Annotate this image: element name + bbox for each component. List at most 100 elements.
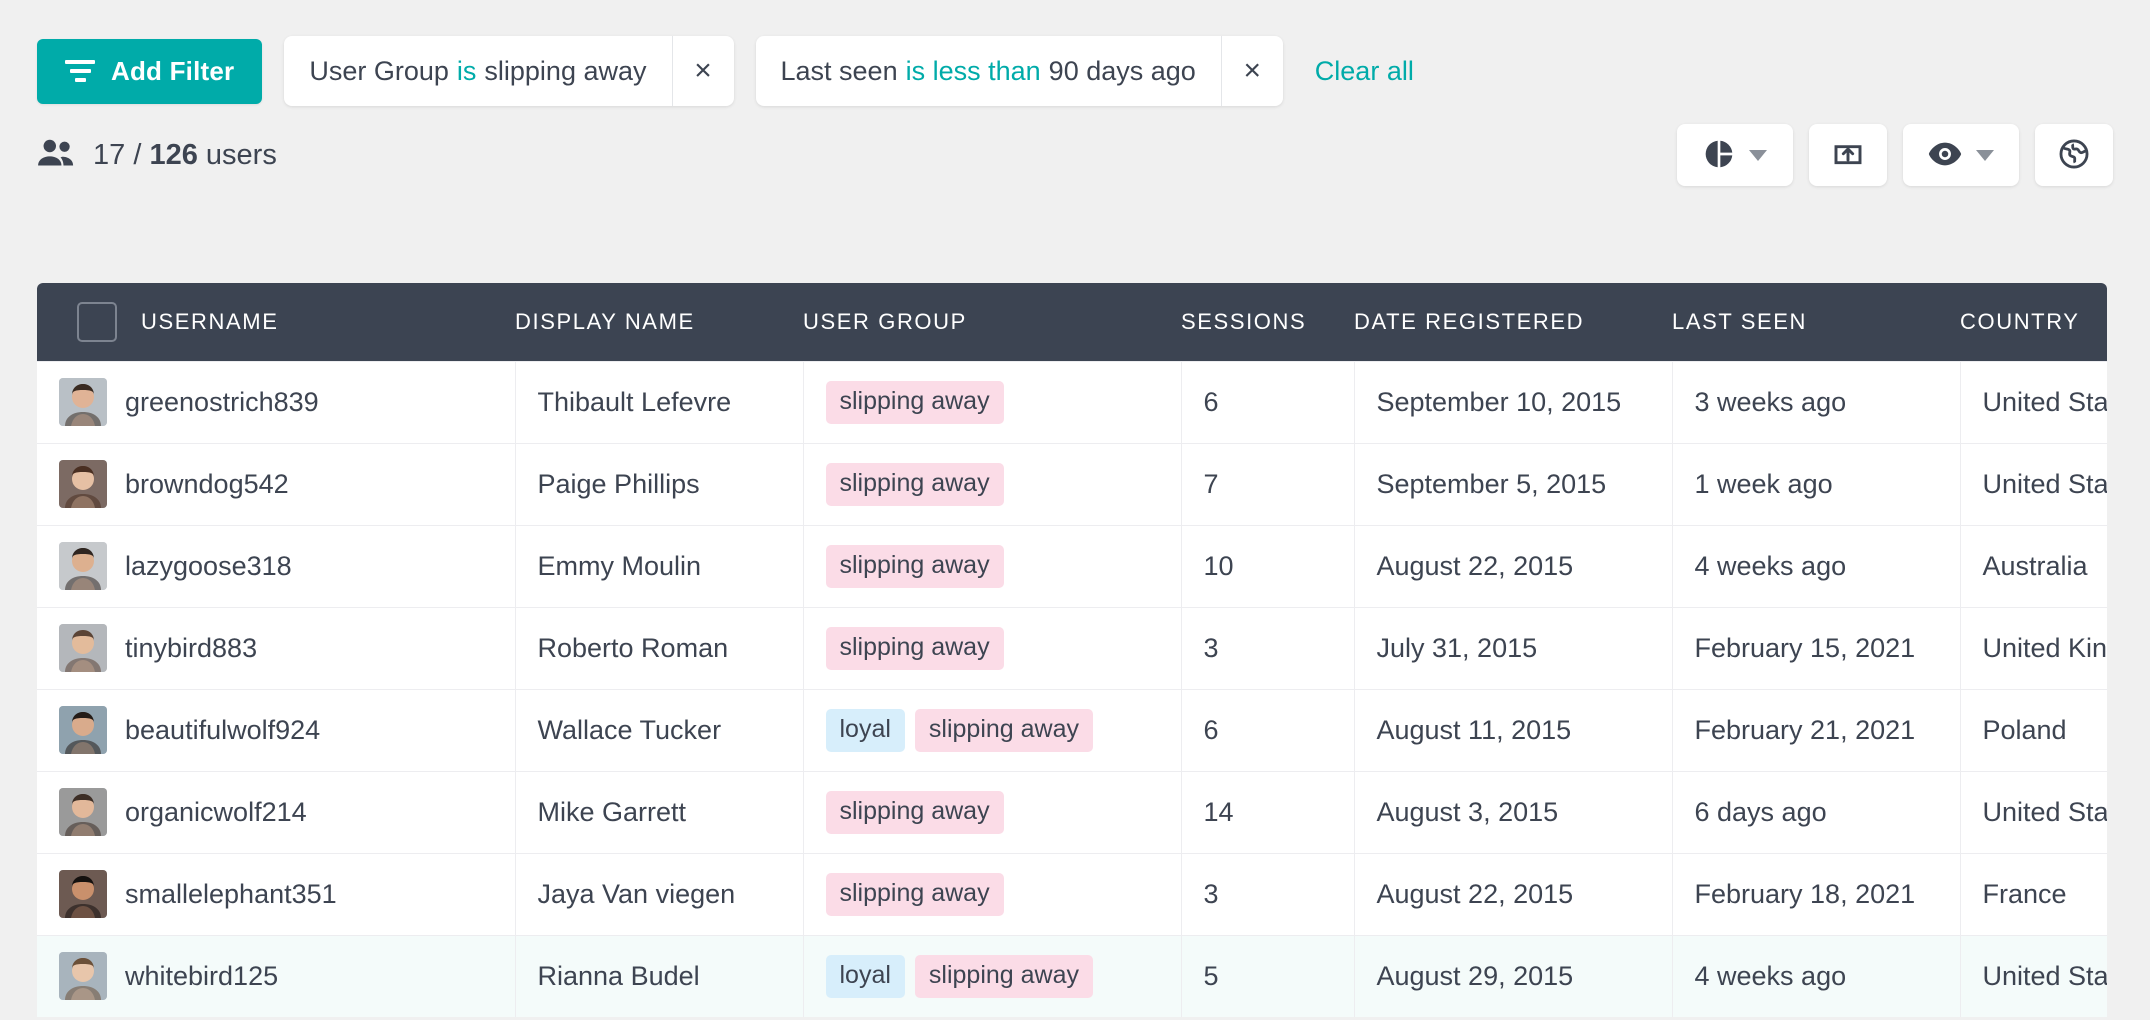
user-list-page: Add Filter User Group is slipping away ×… xyxy=(0,0,2150,1020)
count-separator: / xyxy=(133,138,142,171)
table-row[interactable]: whitebird125 Rianna Budel loyal slipping aw… xyxy=(37,934,2107,1017)
filter-chip-user-group[interactable]: User Group is slipping away × xyxy=(284,36,734,106)
cell-username: lazygoose318 xyxy=(37,524,516,607)
user-group-tag[interactable]: slipping away xyxy=(825,462,1004,506)
user-group-tag[interactable]: slipping away xyxy=(825,380,1004,424)
user-group-tag[interactable]: slipping away xyxy=(914,708,1094,752)
user-group-tag[interactable]: slipping away xyxy=(825,544,1004,588)
cell-username: browndog542 xyxy=(37,442,516,525)
cell-last-seen: February 15, 2021 xyxy=(1672,606,1961,689)
user-group-tag[interactable]: slipping away xyxy=(825,790,1004,834)
avatar xyxy=(59,460,107,508)
table-row[interactable]: tinybird883 Roberto Roman slipping away 3 Ju… xyxy=(37,606,2107,689)
user-group-tag[interactable]: slipping away xyxy=(825,872,1004,916)
chevron-down-icon xyxy=(1976,149,1994,161)
column-header-sessions: SESSIONS xyxy=(1181,308,1307,334)
cell-display-name: Jaya Van viegen xyxy=(515,852,804,935)
table-header-row: USERNAME DISPLAY NAME USER GROUP SESSION… xyxy=(37,283,2107,361)
filter-operator: is less than xyxy=(905,55,1041,86)
count-shown: 17 xyxy=(93,138,126,171)
column-header-country: COUNTRY xyxy=(1960,308,2080,334)
table-row[interactable]: beautifulwolf924 Wallace Tucker loyal slipp… xyxy=(37,688,2107,771)
cell-username: beautifulwolf924 xyxy=(37,688,516,771)
filter-value: slipping away xyxy=(484,55,647,86)
filter-field: User Group xyxy=(309,55,449,86)
cell-username: tinybird883 xyxy=(37,606,516,689)
cell-last-seen: February 18, 2021 xyxy=(1672,852,1961,935)
chevron-down-icon xyxy=(1749,149,1767,161)
user-count-text: 17 / 126 users xyxy=(93,139,277,172)
cell-last-seen: 3 weeks ago xyxy=(1672,360,1961,443)
users-table: USERNAME DISPLAY NAME USER GROUP SESSION… xyxy=(37,283,2107,1017)
user-group-tag[interactable]: slipping away xyxy=(914,954,1094,998)
avatar xyxy=(59,378,107,426)
cell-last-seen: February 21, 2021 xyxy=(1672,688,1961,771)
table-row[interactable]: browndog542 Paige Phillips slipping away 7 S… xyxy=(37,442,2107,525)
username-text: organicwolf214 xyxy=(125,796,307,827)
summary-row: 17 / 126 users xyxy=(0,105,2150,205)
username-text: beautifulwolf924 xyxy=(125,714,321,745)
cell-user-group: slipping away xyxy=(803,442,1182,525)
username-text: greenostrich839 xyxy=(125,386,319,417)
cell-display-name: Paige Phillips xyxy=(515,442,804,525)
column-header-date-registered: DATE REGISTERED xyxy=(1354,308,1585,334)
user-group-tag[interactable]: loyal xyxy=(825,708,905,752)
cell-last-seen: 4 weeks ago xyxy=(1672,524,1961,607)
table-actions xyxy=(1677,124,2113,186)
users-icon xyxy=(37,139,75,172)
table-row[interactable]: greenostrich839 Thibault Lefevre slipping … xyxy=(37,360,2107,443)
cell-country: Australia xyxy=(1960,524,2107,607)
cell-sessions: 6 xyxy=(1181,688,1355,771)
filter-chip-last-seen[interactable]: Last seen is less than 90 days ago × xyxy=(755,36,1283,106)
username-text: smallelephant351 xyxy=(125,878,337,909)
add-filter-button[interactable]: Add Filter xyxy=(37,38,263,104)
cell-date-registered: July 31, 2015 xyxy=(1354,606,1673,689)
cell-user-group: slipping away xyxy=(803,524,1182,607)
remove-filter-icon[interactable]: × xyxy=(671,36,734,106)
clear-all-link[interactable]: Clear all xyxy=(1315,56,1414,87)
cell-sessions: 14 xyxy=(1181,770,1355,853)
cell-user-group: slipping away xyxy=(803,770,1182,853)
avatar xyxy=(59,706,107,754)
filter-value: 90 days ago xyxy=(1048,55,1196,86)
username-text: browndog542 xyxy=(125,468,289,499)
cell-user-group: loyal slipping away xyxy=(803,688,1182,771)
export-button[interactable] xyxy=(1809,124,1887,186)
filter-bar: Add Filter User Group is slipping away ×… xyxy=(0,0,2150,106)
chart-view-button[interactable] xyxy=(1677,124,1793,186)
filter-chip-text: User Group is slipping away xyxy=(284,36,671,106)
cell-display-name: Rianna Budel xyxy=(515,934,804,1017)
avatar xyxy=(59,788,107,836)
cell-display-name: Mike Garrett xyxy=(515,770,804,853)
cell-display-name: Wallace Tucker xyxy=(515,688,804,771)
visibility-button[interactable] xyxy=(1903,124,2019,186)
cell-country: United States xyxy=(1960,770,2107,853)
column-header-last-seen: LAST SEEN xyxy=(1672,308,1808,334)
table-row[interactable]: smallelephant351 Jaya Van viegen slipping … xyxy=(37,852,2107,935)
table-row[interactable]: organicwolf214 Mike Garrett slipping away 1… xyxy=(37,770,2107,853)
user-group-tag[interactable]: loyal xyxy=(825,954,905,998)
cell-display-name: Thibault Lefevre xyxy=(515,360,804,443)
cell-user-group: slipping away xyxy=(803,360,1182,443)
cell-date-registered: August 11, 2015 xyxy=(1354,688,1673,771)
pie-chart-icon xyxy=(1703,138,1735,173)
cell-country: France xyxy=(1960,852,2107,935)
avatar xyxy=(59,624,107,672)
cell-username: greenostrich839 xyxy=(37,360,516,443)
table-row[interactable]: lazygoose318 Emmy Moulin slipping away 10 Au… xyxy=(37,524,2107,607)
remove-filter-icon[interactable]: × xyxy=(1220,36,1283,106)
cell-sessions: 5 xyxy=(1181,934,1355,1017)
globe-button[interactable] xyxy=(2035,124,2113,186)
column-header-username: USERNAME xyxy=(37,283,515,361)
cell-date-registered: August 22, 2015 xyxy=(1354,852,1673,935)
column-header-display-name: DISPLAY NAME xyxy=(515,308,695,334)
select-all-checkbox[interactable] xyxy=(77,301,117,342)
globe-icon xyxy=(2057,137,2091,174)
table-head: USERNAME DISPLAY NAME USER GROUP SESSION… xyxy=(37,283,2107,361)
user-group-tag[interactable]: slipping away xyxy=(825,626,1004,670)
cell-sessions: 3 xyxy=(1181,606,1355,689)
filter-field: Last seen xyxy=(780,55,898,86)
user-count: 17 / 126 users xyxy=(37,139,277,172)
cell-sessions: 6 xyxy=(1181,360,1355,443)
cell-user-group: slipping away xyxy=(803,606,1182,689)
